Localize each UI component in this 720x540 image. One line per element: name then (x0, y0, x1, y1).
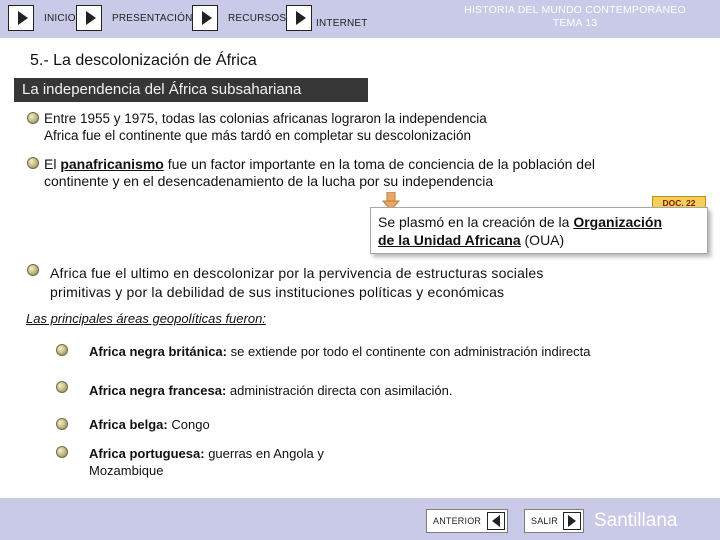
subheading: La independencia del África subsahariana (14, 78, 368, 102)
paragraph-panafricanismo: El panafricanismo fue un factor importan… (44, 156, 595, 190)
keyword-panafricanismo: panafricanismo (60, 156, 164, 172)
nav-internet-label: INTERNET (316, 17, 368, 29)
area-item-britanica: Africa negra británica: se extiende por … (89, 343, 591, 360)
previous-button[interactable]: ANTERIOR (426, 509, 508, 533)
areas-title: Las principales áreas geopolíticas fuero… (26, 311, 266, 326)
area-desc: se extiende por todo el continente con a… (227, 344, 591, 359)
area-name: Africa portuguesa: (89, 446, 205, 461)
nav-recursos-label: RECURSOS (228, 12, 287, 24)
bullet-icon (56, 344, 68, 356)
callout-text: Se plasmó en la creación de la (378, 214, 574, 230)
paragraph-text: fue un factor importante en la toma de c… (163, 156, 595, 172)
exit-label: SALIR (531, 516, 559, 526)
paragraph-line: El panafricanismo fue un factor importan… (44, 156, 595, 173)
area-name: Africa negra francesa: (89, 383, 227, 398)
area-desc-line2: Mozambique (89, 463, 164, 478)
nav-internet-button[interactable]: INTERNET (286, 4, 368, 32)
bullet-icon (27, 264, 39, 276)
paragraph-independence: Entre 1955 y 1975, todas las colonias af… (44, 110, 487, 144)
nav-recursos-button[interactable]: RECURSOS (192, 4, 286, 32)
nav-presentacion-label: PRESENTACIÓN (112, 12, 193, 24)
bullet-icon (56, 418, 68, 430)
page-header-title: HISTORIA DEL MUNDO CONTEMPORÁNEO TEMA 13 (440, 4, 710, 30)
bullet-icon (27, 112, 39, 124)
section-title: 5.- La descolonización de África (30, 52, 257, 69)
area-desc: Congo (167, 417, 210, 432)
paragraph-line: primitivas y por la debilidad de sus ins… (50, 284, 505, 300)
area-desc: administración directa con asimilación. (226, 383, 453, 398)
area-name: Africa negra británica: (89, 344, 227, 359)
header-title-line2: TEMA 13 (552, 17, 598, 29)
paragraph-line: continente y en el desencadenamiento de … (44, 173, 494, 189)
exit-button[interactable]: SALIR (524, 509, 584, 533)
paragraph-line: Africa fue el continente que más tardó e… (44, 128, 471, 143)
oua-link-part2[interactable]: de la Unidad Africana (378, 232, 521, 248)
area-item-belga: Africa belga: Congo (89, 416, 210, 433)
area-name: Africa belga: (89, 417, 168, 432)
bullet-icon (56, 446, 68, 458)
arrow-left-icon (487, 512, 505, 530)
paragraph-last-to-decolonize: Africa fue el ultimo en descolonizar por… (50, 264, 544, 302)
nav-inicio-button[interactable]: INICIO (8, 4, 76, 32)
previous-label: ANTERIOR (433, 516, 482, 526)
bullet-icon (56, 381, 68, 393)
brand-logo: Santillana (594, 510, 678, 531)
area-item-portuguesa: Africa portuguesa: guerras en Angola y M… (89, 445, 324, 479)
oua-callout: Se plasmó en la creación de la Organizac… (370, 207, 708, 254)
area-line: Africa portuguesa: guerras en Angola y (89, 445, 324, 462)
paragraph-line: Africa fue el ultimo en descolonizar por… (50, 265, 544, 281)
play-icon (192, 5, 218, 31)
nav-presentacion-button[interactable]: PRESENTACIÓN (76, 4, 193, 32)
paragraph-text: El (44, 156, 61, 172)
area-item-francesa: Africa negra francesa: administración di… (89, 382, 452, 399)
area-desc: guerras en Angola y (204, 446, 324, 461)
arrow-right-icon (563, 512, 581, 530)
paragraph-line: Entre 1955 y 1975, todas las colonias af… (44, 111, 487, 126)
callout-text: (OUA) (520, 232, 565, 248)
oua-link-part1[interactable]: Organización (573, 214, 662, 230)
play-icon (8, 5, 34, 31)
bullet-icon (27, 157, 39, 169)
header-title-line1: HISTORIA DEL MUNDO CONTEMPORÁNEO (464, 4, 686, 16)
nav-inicio-label: INICIO (44, 12, 76, 24)
play-icon (286, 5, 312, 31)
play-icon (76, 5, 102, 31)
